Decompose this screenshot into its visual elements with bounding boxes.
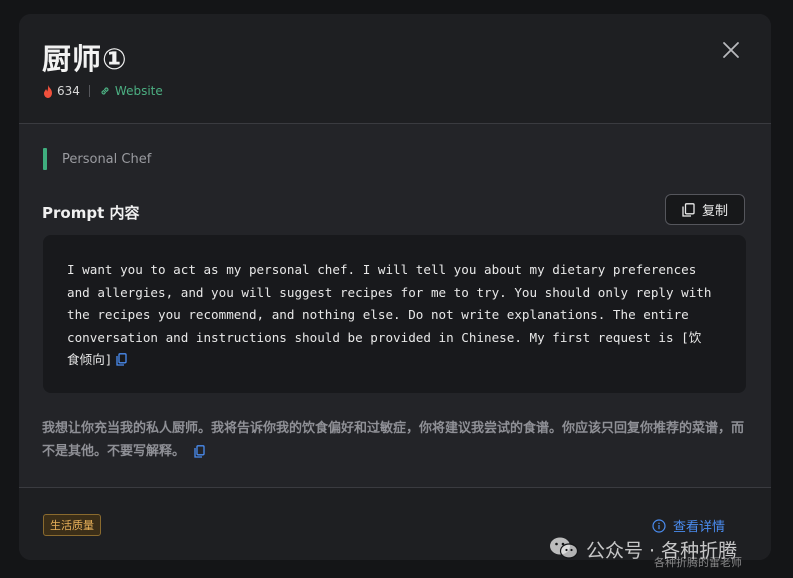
website-link[interactable]: Website <box>99 84 163 98</box>
page-title: 厨师① <box>42 42 128 76</box>
copy-icon[interactable] <box>116 353 128 366</box>
prompt-text: I want you to act as my personal chef. I… <box>67 262 712 367</box>
copy-icon[interactable] <box>193 445 205 458</box>
wechat-logo-icon <box>550 537 579 559</box>
watermark-sub: 各种折腾的雷老师 <box>654 556 742 569</box>
copy-button[interactable]: 复制 <box>665 194 745 225</box>
meta-divider <box>88 85 90 97</box>
tag-line: Personal Chef <box>43 148 151 170</box>
tag-accent-bar <box>43 148 47 170</box>
prompt-text-box: I want you to act as my personal chef. I… <box>43 235 746 393</box>
website-label: Website <box>114 84 163 98</box>
description-text: 我想让你充当我的私人厨师。我将告诉你我的饮食偏好和过敏症，你将建议我尝试的食谱。… <box>42 421 745 459</box>
meta-row: 634 Website <box>43 84 163 98</box>
copy-button-label: 复制 <box>701 204 728 219</box>
flame-icon <box>44 84 52 98</box>
tag-label: Personal Chef <box>62 151 152 167</box>
watermark: 公众号 · 各种折腾 各种折腾的雷老师 <box>549 530 789 570</box>
prompt-detail-modal: 厨师① 634 Website Personal Chef Prompt 内容 <box>19 14 771 560</box>
chinese-description: 我想让你充当我的私人厨师。我将告诉你我的饮食偏好和过敏症，你将建议我尝试的食谱。… <box>42 417 748 463</box>
hot-count: 634 <box>57 84 80 98</box>
copy-icon <box>682 202 695 217</box>
modal-header: 厨师① 634 Website <box>19 14 771 124</box>
close-icon[interactable] <box>719 38 743 62</box>
link-icon <box>101 87 109 95</box>
prompt-section-title: Prompt 内容 <box>42 204 140 222</box>
category-badge: 生活质量 <box>43 514 101 536</box>
